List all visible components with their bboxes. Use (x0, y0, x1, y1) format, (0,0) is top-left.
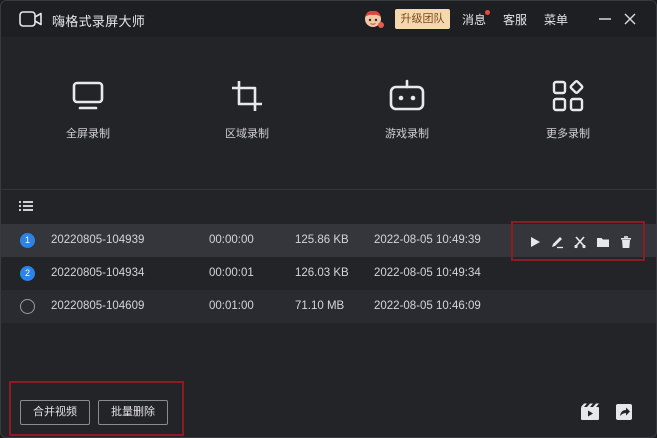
messages-link[interactable]: 消息 (462, 11, 486, 28)
duration: 00:01:00 (209, 300, 254, 312)
batch-delete-button[interactable]: 批量删除 (98, 400, 168, 425)
file-size: 126.03 KB (295, 267, 349, 279)
camera-logo-icon (19, 11, 42, 27)
created-time: 2022-08-05 10:49:39 (374, 234, 481, 246)
close-icon[interactable] (621, 9, 639, 29)
select-radio[interactable] (20, 299, 35, 314)
share-icon[interactable] (615, 403, 633, 421)
created-time: 2022-08-05 10:46:09 (374, 300, 481, 312)
unread-dot (485, 10, 490, 15)
created-time: 2022-08-05 10:49:34 (374, 267, 481, 279)
file-size: 125.86 KB (295, 234, 349, 246)
title-bar: 嗨格式录屏大师 升级团队 消息 客服 菜单 (1, 1, 656, 37)
mascot-avatar-icon[interactable] (361, 8, 385, 30)
video-editor-icon[interactable] (580, 403, 600, 421)
mode-game[interactable]: 游戏录制 (362, 79, 452, 159)
recording-row[interactable]: 2 20220805-104934 00:00:01 126.03 KB 202… (1, 257, 656, 290)
edit-icon[interactable] (550, 235, 564, 249)
menu-link[interactable]: 菜单 (544, 11, 568, 28)
trash-icon[interactable] (619, 235, 633, 249)
mode-region[interactable]: 区域录制 (202, 79, 292, 159)
mode-more[interactable]: 更多录制 (523, 79, 613, 159)
file-size: 71.10 MB (295, 300, 345, 312)
crop-icon (232, 81, 262, 111)
app-window: 嗨格式录屏大师 升级团队 消息 客服 菜单 全屏录制 区域录制 游戏录制 更多录… (0, 0, 657, 438)
row-actions-highlight (511, 221, 645, 261)
monitor-icon (72, 81, 104, 110)
mode-label: 全屏录制 (66, 128, 110, 140)
recording-row[interactable]: 20220805-104609 00:01:00 71.10 MB 2022-0… (1, 290, 656, 323)
index-badge[interactable]: 2 (20, 266, 35, 281)
support-link[interactable]: 客服 (503, 11, 527, 28)
merge-video-button[interactable]: 合并视频 (20, 400, 90, 425)
file-name: 20220805-104934 (51, 267, 145, 279)
upgrade-team-button[interactable]: 升级团队 (395, 9, 450, 29)
mode-fullscreen[interactable]: 全屏录制 (43, 79, 133, 159)
duration: 00:00:01 (209, 267, 254, 279)
list-view-icon[interactable] (19, 200, 33, 212)
file-name: 20220805-104939 (51, 234, 145, 246)
gamepad-icon (389, 79, 425, 111)
minimize-icon[interactable] (596, 9, 614, 29)
file-name: 20220805-104609 (51, 300, 145, 312)
duration: 00:00:00 (209, 234, 254, 246)
app-title: 嗨格式录屏大师 (52, 14, 146, 29)
apps-grid-icon (552, 80, 584, 112)
mode-label: 更多录制 (546, 128, 590, 140)
index-badge[interactable]: 1 (20, 233, 35, 248)
record-mode-panel: 全屏录制 区域录制 游戏录制 更多录制 (1, 37, 656, 189)
mode-label: 区域录制 (225, 128, 269, 140)
cut-icon[interactable] (573, 235, 587, 249)
mode-label: 游戏录制 (385, 128, 429, 140)
folder-icon[interactable] (596, 235, 610, 249)
section-divider (1, 189, 656, 190)
play-icon[interactable] (528, 235, 542, 249)
